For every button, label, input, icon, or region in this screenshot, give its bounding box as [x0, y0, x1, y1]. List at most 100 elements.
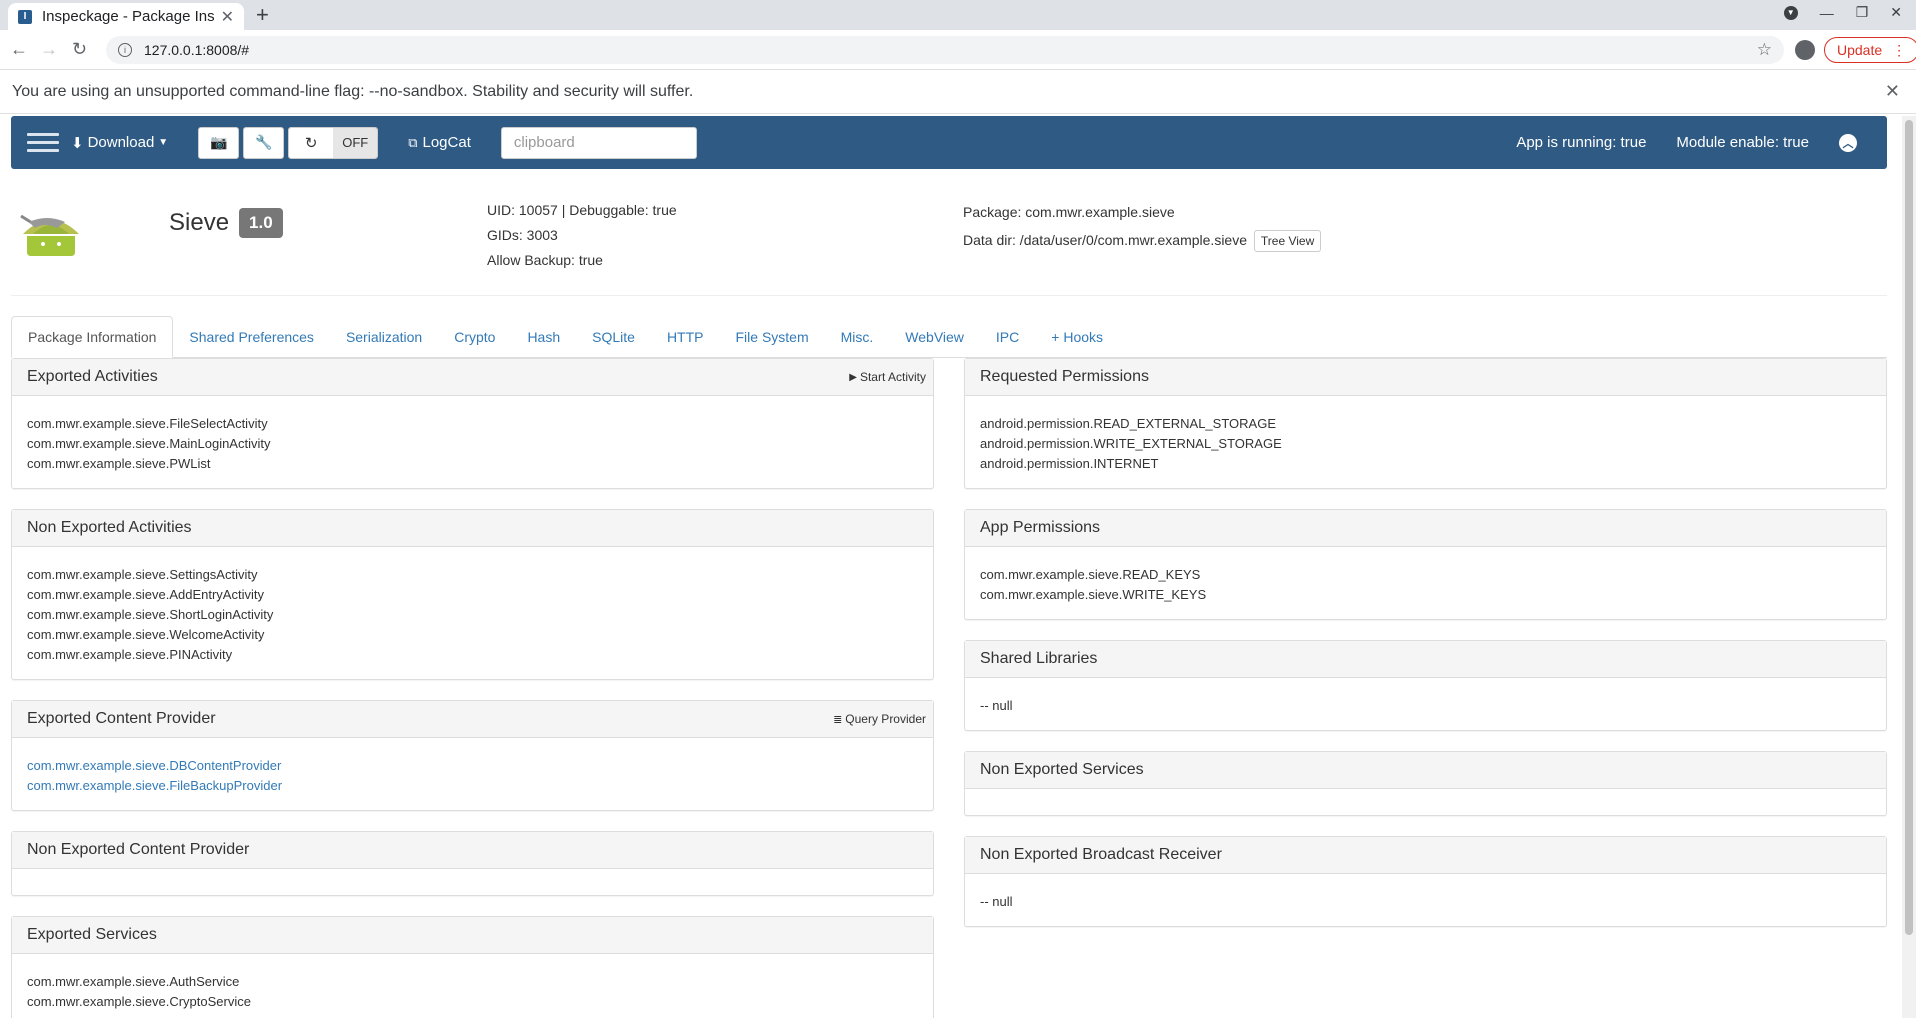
panel-title: Non Exported Services — [980, 761, 1144, 778]
list-item: -- null — [980, 894, 1013, 909]
list-item: com.mwr.example.sieve.AddEntryActivity — [27, 587, 264, 602]
tab-http[interactable]: HTTP — [651, 316, 720, 357]
sandbox-warning-infobar: You are using an unsupported command-lin… — [0, 70, 1916, 114]
panel-body: -- null — [965, 678, 1886, 730]
start-activity-button[interactable]: ▶ Start Activity — [849, 370, 926, 384]
exported-content-provider-panel: Exported Content Provider ≣ Query Provid… — [11, 700, 934, 811]
panel-title: Exported Activities — [27, 368, 158, 385]
list-item: com.mwr.example.sieve.ShortLoginActivity — [27, 607, 274, 622]
status-area: App is running: true Module enable: true… — [1516, 133, 1887, 152]
package-name: Package: com.mwr.example.sieve — [963, 204, 1175, 220]
non-exported-services-panel: Non Exported Services — [964, 751, 1887, 816]
clipboard-input[interactable] — [500, 126, 697, 159]
tab-file-system[interactable]: File System — [720, 316, 825, 357]
chevron-up-icon[interactable]: ︿ — [1839, 133, 1857, 152]
tab-hooks[interactable]: + Hooks — [1035, 316, 1119, 357]
version-badge: 1.0 — [239, 208, 283, 238]
logcat-link[interactable]: ⧉ LogCat — [408, 134, 471, 151]
panel-title: Requested Permissions — [980, 368, 1149, 385]
panel-heading: Non Exported Broadcast Receiver — [965, 837, 1886, 874]
list-item: android.permission.INTERNET — [980, 456, 1159, 471]
wrench-icon: 🔧 — [254, 134, 273, 150]
panel-title: Non Exported Broadcast Receiver — [980, 846, 1222, 863]
left-column: Exported Activities ▶ Start Activity com… — [11, 358, 934, 1018]
window-close-icon[interactable]: ✕ — [1890, 4, 1902, 21]
panel-body: com.mwr.example.sieve.DBContentProvider … — [12, 738, 933, 810]
download-label: Download — [87, 134, 155, 151]
app-name: Sieve — [169, 209, 230, 236]
minimize-icon[interactable]: — — [1820, 5, 1834, 21]
panel-body — [12, 869, 933, 895]
kebab-menu-icon: ⋮ — [1892, 41, 1907, 58]
exported-services-panel: Exported Services com.mwr.example.sieve.… — [11, 916, 934, 1018]
hamburger-menu-icon[interactable] — [27, 133, 59, 152]
browser-tabbar: I Inspeckage - Package Insp ✕ + ▼ — ❐ ✕ — [0, 0, 1916, 30]
app-permissions-panel: App Permissions com.mwr.example.sieve.RE… — [964, 509, 1887, 620]
reload-icon[interactable]: ↻ — [72, 39, 87, 60]
provider-link[interactable]: com.mwr.example.sieve.DBContentProvider — [27, 756, 918, 776]
panel-title: Non Exported Activities — [27, 519, 192, 536]
scrollbar-thumb[interactable] — [1905, 120, 1913, 935]
bookmark-star-icon[interactable]: ☆ — [1757, 40, 1772, 60]
app-info-column: UID: 10057 | Debuggable: true GIDs: 3003… — [487, 198, 677, 273]
chrome-menu-icon[interactable]: ▼ — [1783, 5, 1798, 20]
list-item: com.mwr.example.sieve.CryptoService — [27, 994, 251, 1009]
restore-icon[interactable]: ❐ — [1856, 4, 1869, 21]
tab-package-information[interactable]: Package Information — [11, 316, 174, 358]
gids: GIDs: 3003 — [487, 227, 558, 243]
logcat-label: LogCat — [422, 134, 471, 151]
address-bar: ← → ↻ i 127.0.0.1:8008/# ☆ Update ⋮ — [0, 30, 1916, 70]
camera-icon: 📷 — [209, 134, 228, 150]
new-tab-icon[interactable]: + — [256, 2, 269, 28]
download-icon: ⬇ — [71, 134, 84, 152]
list-item: com.mwr.example.sieve.MainLoginActivity — [27, 436, 271, 451]
caret-down-icon: ▼ — [158, 137, 169, 148]
query-provider-button[interactable]: ≣ Query Provider — [833, 712, 926, 726]
tab-misc[interactable]: Misc. — [825, 316, 890, 357]
back-icon[interactable]: ← — [10, 39, 28, 60]
tab-crypto[interactable]: Crypto — [438, 316, 511, 357]
uid-debuggable: UID: 10057 | Debuggable: true — [487, 202, 677, 218]
panel-title: Exported Services — [27, 926, 157, 943]
download-dropdown[interactable]: ⬇ Download ▼ — [71, 134, 168, 152]
close-icon[interactable]: ✕ — [221, 7, 234, 27]
data-dir-row: Data dir: /data/user/0/com.mwr.example.s… — [963, 226, 1322, 254]
update-button[interactable]: Update ⋮ — [1824, 37, 1916, 63]
tab-hash[interactable]: Hash — [511, 316, 576, 357]
browser-tab[interactable]: I Inspeckage - Package Insp ✕ — [8, 3, 244, 30]
panel-body: com.mwr.example.sieve.FileSelectActivity… — [12, 396, 933, 488]
forward-icon[interactable]: → — [40, 39, 58, 60]
panel-body: -- null — [965, 874, 1886, 926]
refresh-toggle[interactable]: ↻ OFF — [288, 126, 379, 159]
screenshot-button[interactable]: 📷 — [198, 126, 240, 159]
list-item: com.mwr.example.sieve.FileSelectActivity — [27, 416, 268, 431]
tree-view-button[interactable]: Tree View — [1253, 230, 1322, 252]
site-info-icon[interactable]: i — [118, 43, 132, 57]
panel-heading: Non Exported Content Provider — [12, 832, 933, 869]
provider-link[interactable]: com.mwr.example.sieve.FileBackupProvider — [27, 776, 918, 796]
panel-heading: Exported Content Provider ≣ Query Provid… — [12, 701, 933, 738]
infobar-close-icon[interactable]: ✕ — [1885, 81, 1900, 102]
tab-serialization[interactable]: Serialization — [330, 316, 438, 357]
url-text[interactable]: 127.0.0.1:8008/# — [144, 42, 1757, 58]
tab-sqlite[interactable]: SQLite — [576, 316, 651, 357]
panel-title: Non Exported Content Provider — [27, 841, 250, 858]
panel-heading: Exported Activities ▶ Start Activity — [12, 359, 933, 396]
panel-body: com.mwr.example.sieve.SettingsActivity c… — [12, 547, 933, 679]
panel-heading: Non Exported Activities — [12, 510, 933, 547]
omnibox[interactable]: i 127.0.0.1:8008/# ☆ — [106, 36, 1784, 64]
settings-button[interactable]: 🔧 — [243, 126, 285, 159]
list-item: -- null — [980, 698, 1013, 713]
profile-avatar-icon[interactable] — [1795, 40, 1815, 60]
app-header: Sieve 1.0 UID: 10057 | Debuggable: true … — [11, 186, 1887, 296]
tab-webview[interactable]: WebView — [889, 316, 980, 357]
app-running-status: App is running: true — [1516, 134, 1647, 151]
tab-ipc[interactable]: IPC — [980, 316, 1035, 357]
non-exported-broadcast-receiver-panel: Non Exported Broadcast Receiver -- null — [964, 836, 1887, 927]
panel-body — [965, 789, 1886, 815]
tab-shared-preferences[interactable]: Shared Preferences — [173, 316, 330, 357]
panel-title: Exported Content Provider — [27, 710, 216, 727]
inspeckage-favicon-icon: I — [18, 9, 32, 24]
page-scrollbar[interactable] — [1902, 116, 1916, 1018]
panel-heading: Exported Services — [12, 917, 933, 954]
